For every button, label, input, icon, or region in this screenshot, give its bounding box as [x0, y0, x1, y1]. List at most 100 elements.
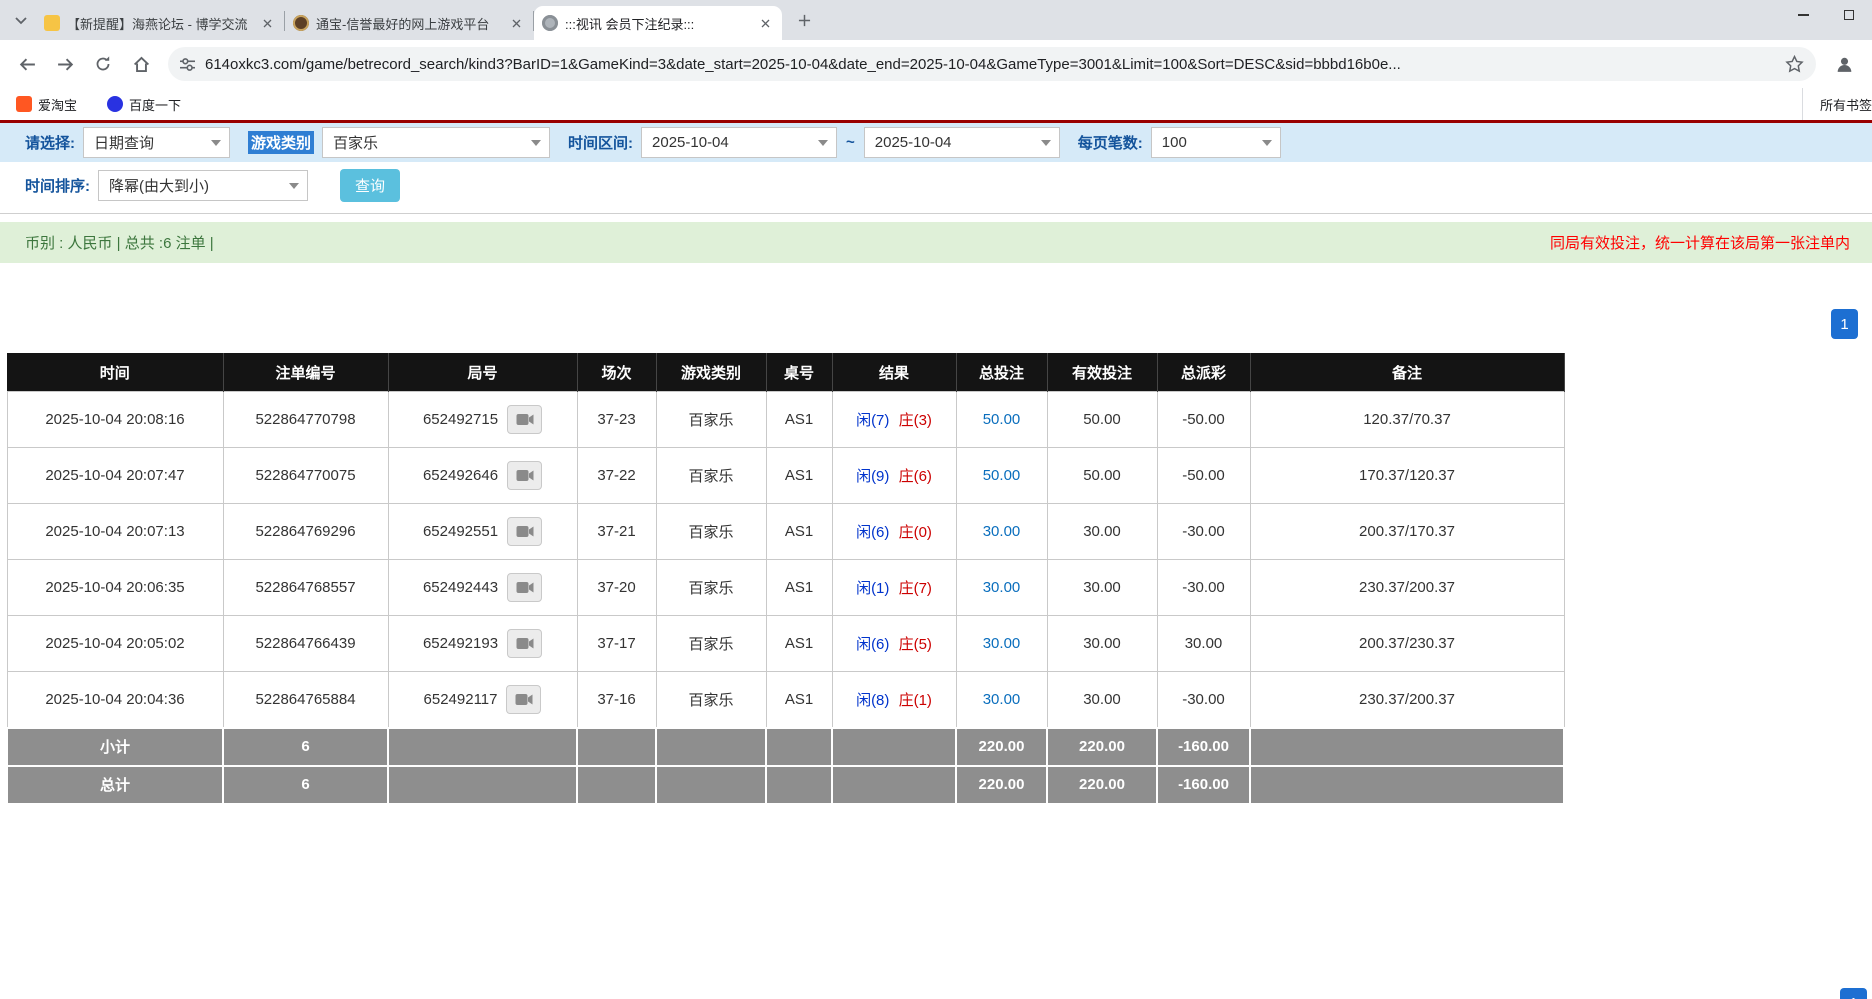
round-number: 652492117 — [424, 691, 498, 708]
query-type-select[interactable]: 日期查询 — [83, 127, 230, 158]
close-icon[interactable] — [757, 15, 774, 32]
all-bookmarks-label: 所有书签 — [1820, 95, 1872, 114]
round-number: 652492715 — [423, 411, 498, 428]
cell-result: 闲(1) 庄(7) — [832, 560, 956, 616]
result-player: 闲(7) — [856, 412, 889, 429]
back-button[interactable] — [10, 47, 44, 81]
reload-button[interactable] — [86, 47, 120, 81]
tab-tongbao[interactable]: 通宝-信誉最好的网上游戏平台 — [285, 6, 533, 40]
tab-title: :::视讯 会员下注纪录::: — [565, 14, 750, 33]
maximize-button[interactable] — [1826, 0, 1872, 30]
replay-video-button[interactable] — [506, 685, 541, 714]
round-number: 652492193 — [423, 635, 498, 652]
table-row: 2025-10-04 20:07:47 522864770075 6524926… — [7, 448, 1564, 504]
tab-title: 【新提醒】海燕论坛 - 博学交流 — [67, 14, 252, 33]
close-icon[interactable] — [508, 15, 525, 32]
total-row: 总计 6 220.00 220.00 -160.00 — [7, 766, 1564, 804]
total-bet-link[interactable]: 30.00 — [983, 635, 1021, 652]
result-banker: 庄(5) — [899, 636, 932, 653]
cell-bet-id: 522864770798 — [223, 392, 388, 448]
cell-result: 闲(8) 庄(1) — [832, 672, 956, 728]
chevron-down-icon[interactable] — [281, 171, 307, 200]
camera-icon — [516, 413, 534, 426]
url-text[interactable]: 614oxkc3.com/game/betrecord_search/kind3… — [205, 56, 1775, 73]
replay-video-button[interactable] — [507, 517, 542, 546]
page-1-button[interactable]: 1 — [1840, 988, 1867, 999]
site-settings-icon[interactable] — [180, 57, 195, 72]
date-start-input[interactable]: 2025-10-04 — [641, 127, 837, 158]
forward-button[interactable] — [48, 47, 82, 81]
total-bet-link[interactable]: 30.00 — [983, 579, 1021, 596]
column-header: 备注 — [1250, 354, 1564, 392]
date-end-input[interactable]: 2025-10-04 — [864, 127, 1060, 158]
cell-note: 120.37/70.37 — [1250, 392, 1564, 448]
window-controls — [1780, 0, 1872, 30]
replay-video-button[interactable] — [507, 405, 542, 434]
cell-session: 37-17 — [577, 616, 656, 672]
minimize-icon — [1798, 14, 1809, 16]
cell-bet-id: 522864768557 — [223, 560, 388, 616]
total-payout: -160.00 — [1157, 766, 1250, 804]
total-bet-link[interactable]: 30.00 — [983, 523, 1021, 540]
round-number: 652492551 — [423, 523, 498, 540]
bet-records-table: 时间 注单编号 局号 场次 游戏类别 桌号 结果 总投注 有效投注 总派彩 备注 — [6, 353, 1565, 805]
replay-video-button[interactable] — [507, 629, 542, 658]
cell-total-bet: 30.00 — [956, 504, 1047, 560]
total-bet-link[interactable]: 50.00 — [983, 467, 1021, 484]
total-count: 6 — [223, 766, 388, 804]
chevron-down-icon[interactable] — [523, 128, 549, 157]
notice-text: 同局有效投注，统一计算在该局第一张注单内 — [1550, 232, 1850, 253]
search-button[interactable]: 查询 — [340, 169, 400, 202]
tab-search-button[interactable] — [6, 6, 36, 36]
browser-toolbar: 614oxkc3.com/game/betrecord_search/kind3… — [0, 40, 1872, 88]
chevron-down-icon[interactable] — [810, 128, 836, 157]
replay-video-button[interactable] — [507, 461, 542, 490]
column-header: 局号 — [388, 354, 577, 392]
tab-bet-records-active[interactable]: :::视讯 会员下注纪录::: — [534, 6, 782, 40]
table-row: 2025-10-04 20:08:16 522864770798 6524927… — [7, 392, 1564, 448]
cell-table-no: AS1 — [766, 560, 832, 616]
total-bet-link[interactable]: 30.00 — [983, 691, 1021, 708]
page-size-select[interactable]: 100 — [1151, 127, 1281, 158]
sort-order-select[interactable]: 降幂(由大到小) — [98, 170, 308, 201]
summary-bar: 币别 : 人民币 | 总共 :6 注单 | 同局有效投注，统一计算在该局第一张注… — [0, 222, 1872, 263]
profile-button[interactable] — [1826, 46, 1862, 82]
subtotal-label: 小计 — [7, 728, 223, 766]
new-tab-button[interactable] — [790, 6, 818, 34]
column-header: 总派彩 — [1157, 354, 1250, 392]
tab-haiyan-forum[interactable]: 【新提醒】海燕论坛 - 博学交流 — [36, 6, 284, 40]
table-row: 2025-10-04 20:05:02 522864766439 6524921… — [7, 616, 1564, 672]
address-bar[interactable]: 614oxkc3.com/game/betrecord_search/kind3… — [168, 47, 1816, 81]
all-bookmarks-button[interactable]: 所有书签 — [1802, 88, 1872, 120]
date-range-tilde: ~ — [846, 134, 855, 151]
camera-icon — [515, 693, 533, 706]
page-1-button[interactable]: 1 — [1831, 309, 1858, 339]
close-icon[interactable] — [259, 15, 276, 32]
cell-round: 652492646 — [388, 448, 577, 504]
cell-time: 2025-10-04 20:07:47 — [7, 448, 223, 504]
bookmark-star-icon[interactable] — [1785, 55, 1804, 74]
game-category-select[interactable]: 百家乐 — [322, 127, 550, 158]
bookmark-baidu[interactable]: 百度一下 — [103, 91, 185, 117]
replay-video-button[interactable] — [507, 573, 542, 602]
chevron-down-icon[interactable] — [1254, 128, 1280, 157]
cell-game-type: 百家乐 — [656, 616, 766, 672]
home-button[interactable] — [124, 47, 158, 81]
cell-bet-id: 522864770075 — [223, 448, 388, 504]
cell-round: 652492443 — [388, 560, 577, 616]
cell-valid-bet: 50.00 — [1047, 448, 1157, 504]
column-header: 游戏类别 — [656, 354, 766, 392]
cell-result: 闲(6) 庄(0) — [832, 504, 956, 560]
subtotal-valid-bet: 220.00 — [1047, 728, 1157, 766]
chevron-down-icon[interactable] — [203, 128, 229, 157]
cell-valid-bet: 30.00 — [1047, 560, 1157, 616]
tab-strip: 【新提醒】海燕论坛 - 博学交流 通宝-信誉最好的网上游戏平台 :::视讯 会员… — [0, 0, 1872, 40]
cell-payout: -50.00 — [1157, 392, 1250, 448]
chevron-down-icon[interactable] — [1033, 128, 1059, 157]
person-icon — [1834, 54, 1855, 75]
total-bet-link[interactable]: 50.00 — [983, 411, 1021, 428]
bookmark-taobao[interactable]: 爱淘宝 — [12, 91, 81, 117]
plus-icon — [798, 14, 811, 27]
pagination-top: 1 — [0, 309, 1872, 339]
minimize-button[interactable] — [1780, 0, 1826, 30]
